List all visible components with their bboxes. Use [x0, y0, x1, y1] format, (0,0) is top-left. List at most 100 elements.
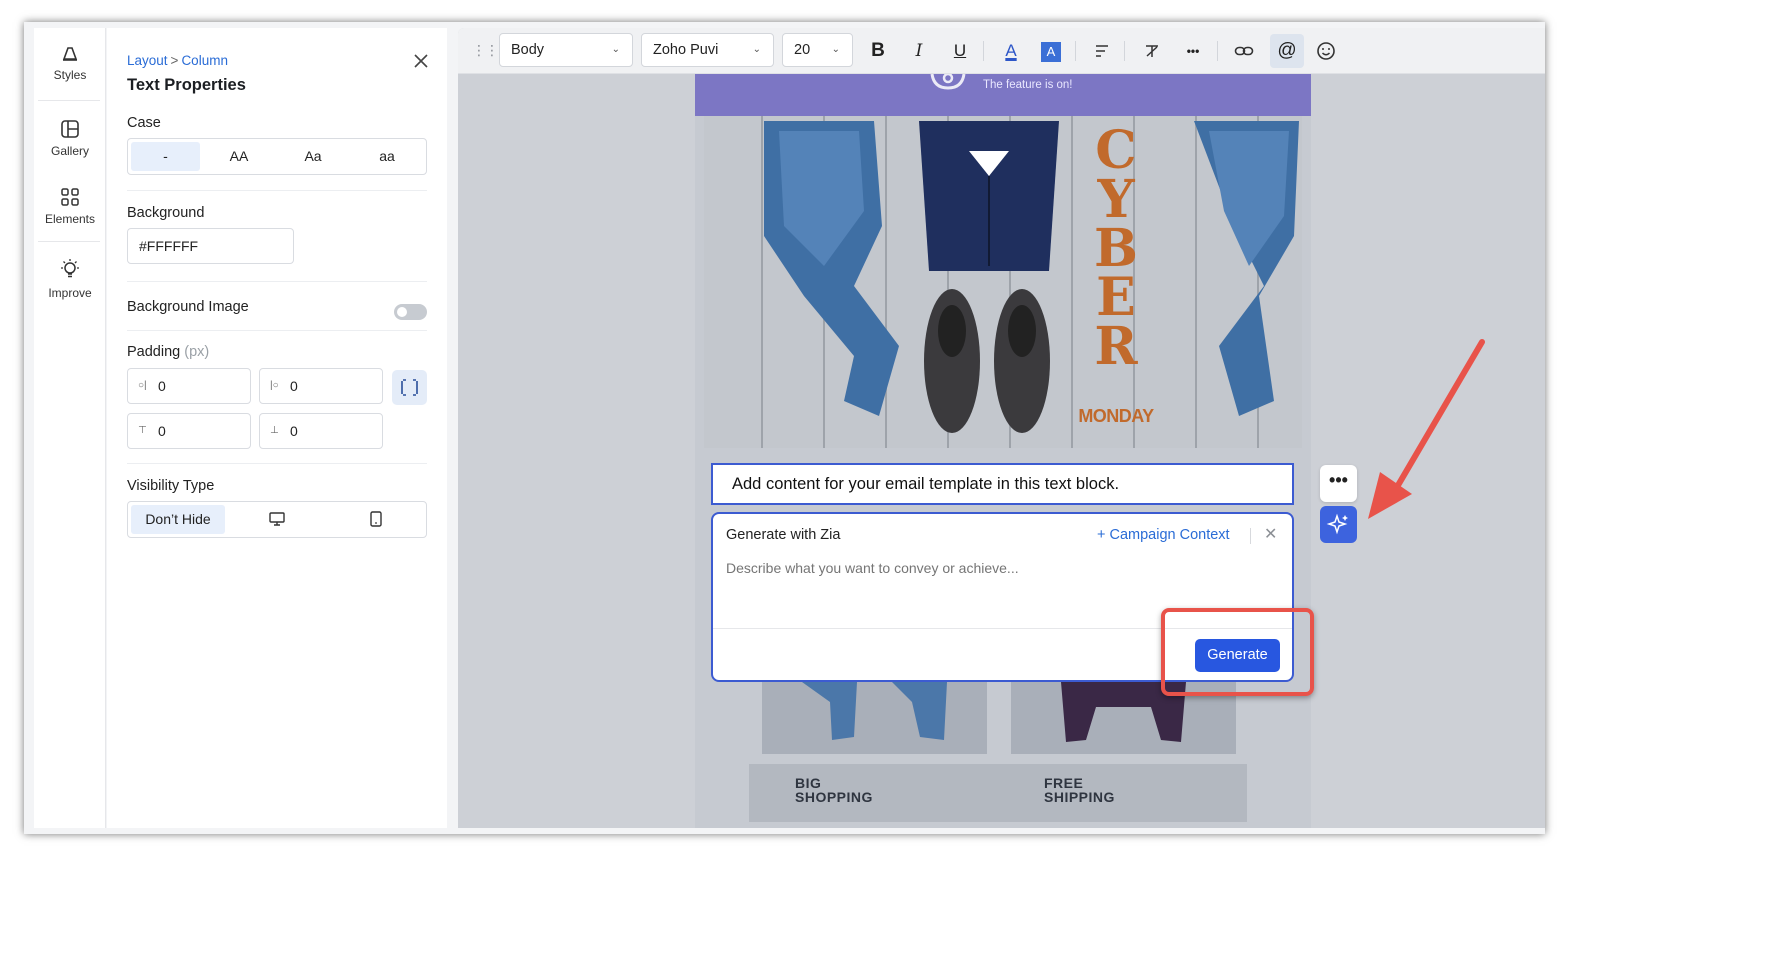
rail-item-styles[interactable]: Styles [34, 42, 106, 82]
bold-button[interactable]: B [863, 36, 893, 66]
link-icon [1234, 46, 1254, 56]
toolbar-divider [1075, 41, 1076, 61]
padding-bottom-icon: ⊥ [270, 425, 279, 436]
promo-line: SHIPPING [1044, 789, 1115, 805]
toolbar-divider [1124, 41, 1125, 61]
padding-bottom-value: 0 [290, 423, 298, 439]
hero-image[interactable]: C Y B E R MONDAY [704, 116, 1302, 448]
desktop-icon [269, 512, 285, 526]
font-select-value: Zoho Puvi [653, 42, 719, 58]
rail-item-improve[interactable]: Improve [34, 258, 106, 300]
case-option-title[interactable]: Aa [277, 142, 349, 171]
align-icon [1096, 45, 1108, 57]
banner-text: The feature is on! [983, 79, 1073, 91]
padding-bottom-field[interactable]: ⊥ 0 [259, 413, 383, 449]
breadcrumb-column[interactable]: Column [181, 53, 228, 68]
rail-item-gallery[interactable]: Gallery [34, 118, 106, 158]
italic-button[interactable]: I [904, 36, 934, 66]
case-option-lower[interactable]: aa [351, 142, 423, 171]
rail-label-elements: Elements [44, 212, 96, 226]
hero-letter: C [1095, 120, 1137, 181]
text-toolbar: ⋮⋮ Body ⌄ Zoho Puvi ⌄ 20 ⌄ B I U A A ••• @ [458, 28, 1545, 74]
mobile-icon [370, 511, 382, 527]
font-select[interactable]: Zoho Puvi ⌄ [641, 33, 774, 67]
mention-button[interactable]: @ [1270, 34, 1304, 68]
jeans-photo [802, 682, 947, 740]
rail-label-improve: Improve [48, 286, 92, 300]
hero-letter: R [1094, 316, 1138, 377]
close-icon[interactable]: ✕ [1264, 524, 1277, 544]
clear-format-icon [1146, 45, 1158, 57]
rail-label-styles: Styles [53, 68, 87, 82]
background-image-toggle[interactable] [394, 304, 427, 320]
visibility-option-dont-hide[interactable]: Don’t Hide [131, 505, 225, 534]
zia-prompt-input[interactable] [726, 560, 1266, 576]
padding-left-icon: ○| [138, 380, 147, 391]
rail-divider [38, 241, 100, 242]
case-segmented-control: - AA Aa aa [127, 138, 427, 175]
campaign-context-link[interactable]: + Campaign Context [1097, 527, 1230, 543]
toolbar-divider [1217, 41, 1218, 61]
hero-letter: B [1094, 218, 1138, 279]
padding-right-icon: |○ [270, 380, 279, 391]
breadcrumb: Layout > Column [127, 53, 228, 68]
hero-subheadline: MONDAY [1078, 406, 1154, 426]
emoji-button[interactable] [1311, 36, 1341, 66]
style-select-value: Body [511, 42, 545, 58]
close-icon[interactable] [410, 50, 432, 72]
underline-button[interactable]: U [945, 36, 975, 66]
clear-format-button[interactable] [1137, 36, 1167, 66]
breadcrumb-layout[interactable]: Layout [127, 53, 168, 68]
padding-label-text: Padding [127, 344, 181, 360]
background-label: Background [127, 205, 205, 221]
chevron-down-icon: ⌄ [831, 44, 840, 55]
toolbar-divider [983, 41, 984, 61]
background-image-label: Background Image [127, 299, 249, 315]
case-option-upper[interactable]: AA [203, 142, 275, 171]
visibility-option-desktop[interactable] [228, 505, 326, 534]
case-option-none[interactable]: - [131, 142, 200, 171]
link-button[interactable] [1229, 36, 1259, 66]
padding-left-field[interactable]: ○| 0 [127, 368, 251, 404]
breadcrumb-separator: > [170, 53, 179, 68]
promo-line: BIG [795, 775, 822, 791]
size-select[interactable]: 20 ⌄ [782, 33, 853, 67]
text-block[interactable]: Add content for your email template in t… [711, 463, 1294, 505]
elements-grid-icon [61, 188, 79, 206]
highlight-color-button[interactable]: A [1036, 36, 1066, 66]
logo-icon [930, 74, 966, 90]
panel-title: Text Properties [127, 76, 246, 94]
padding-right-field[interactable]: |○ 0 [259, 368, 383, 404]
visibility-option-mobile[interactable] [327, 505, 425, 534]
visibility-label: Visibility Type [127, 478, 215, 494]
sparkle-icon [1326, 513, 1348, 535]
padding-top-field[interactable]: ⊤ 0 [127, 413, 251, 449]
align-button[interactable] [1087, 36, 1117, 66]
hero-headline: C Y B E R [1086, 120, 1146, 377]
padding-left-value: 0 [158, 378, 166, 394]
padding-label: Padding (px) [127, 344, 209, 360]
size-select-value: 20 [794, 42, 811, 58]
left-rail: Styles Gallery Elements Improve [34, 28, 106, 828]
drag-handle-icon[interactable]: ⋮⋮ [472, 42, 499, 59]
padding-link-button[interactable] [392, 370, 427, 405]
background-color-field[interactable]: #FFFFFF [127, 228, 294, 264]
visibility-segmented-control: Don’t Hide [127, 501, 427, 538]
promo-big-shopping: BIG SHOPPING [795, 776, 873, 804]
gallery-icon [61, 120, 79, 138]
hero-letter: Y [1097, 169, 1135, 230]
zia-divider [1250, 528, 1251, 544]
style-select[interactable]: Body ⌄ [499, 33, 633, 67]
divider [127, 281, 427, 282]
chevron-down-icon: ⌄ [611, 44, 620, 55]
rail-item-elements[interactable]: Elements [34, 186, 106, 226]
promo-free-shipping: FREE SHIPPING [1044, 776, 1115, 804]
expand-sides-icon [401, 379, 418, 396]
promo-line: FREE [1044, 775, 1084, 791]
product-image-jeans[interactable] [762, 682, 987, 754]
font-color-button[interactable]: A [996, 36, 1026, 66]
zia-ai-button[interactable] [1320, 506, 1357, 543]
more-button[interactable]: ••• [1178, 36, 1208, 66]
case-label: Case [127, 115, 161, 131]
block-more-button[interactable]: ••• [1320, 465, 1357, 502]
